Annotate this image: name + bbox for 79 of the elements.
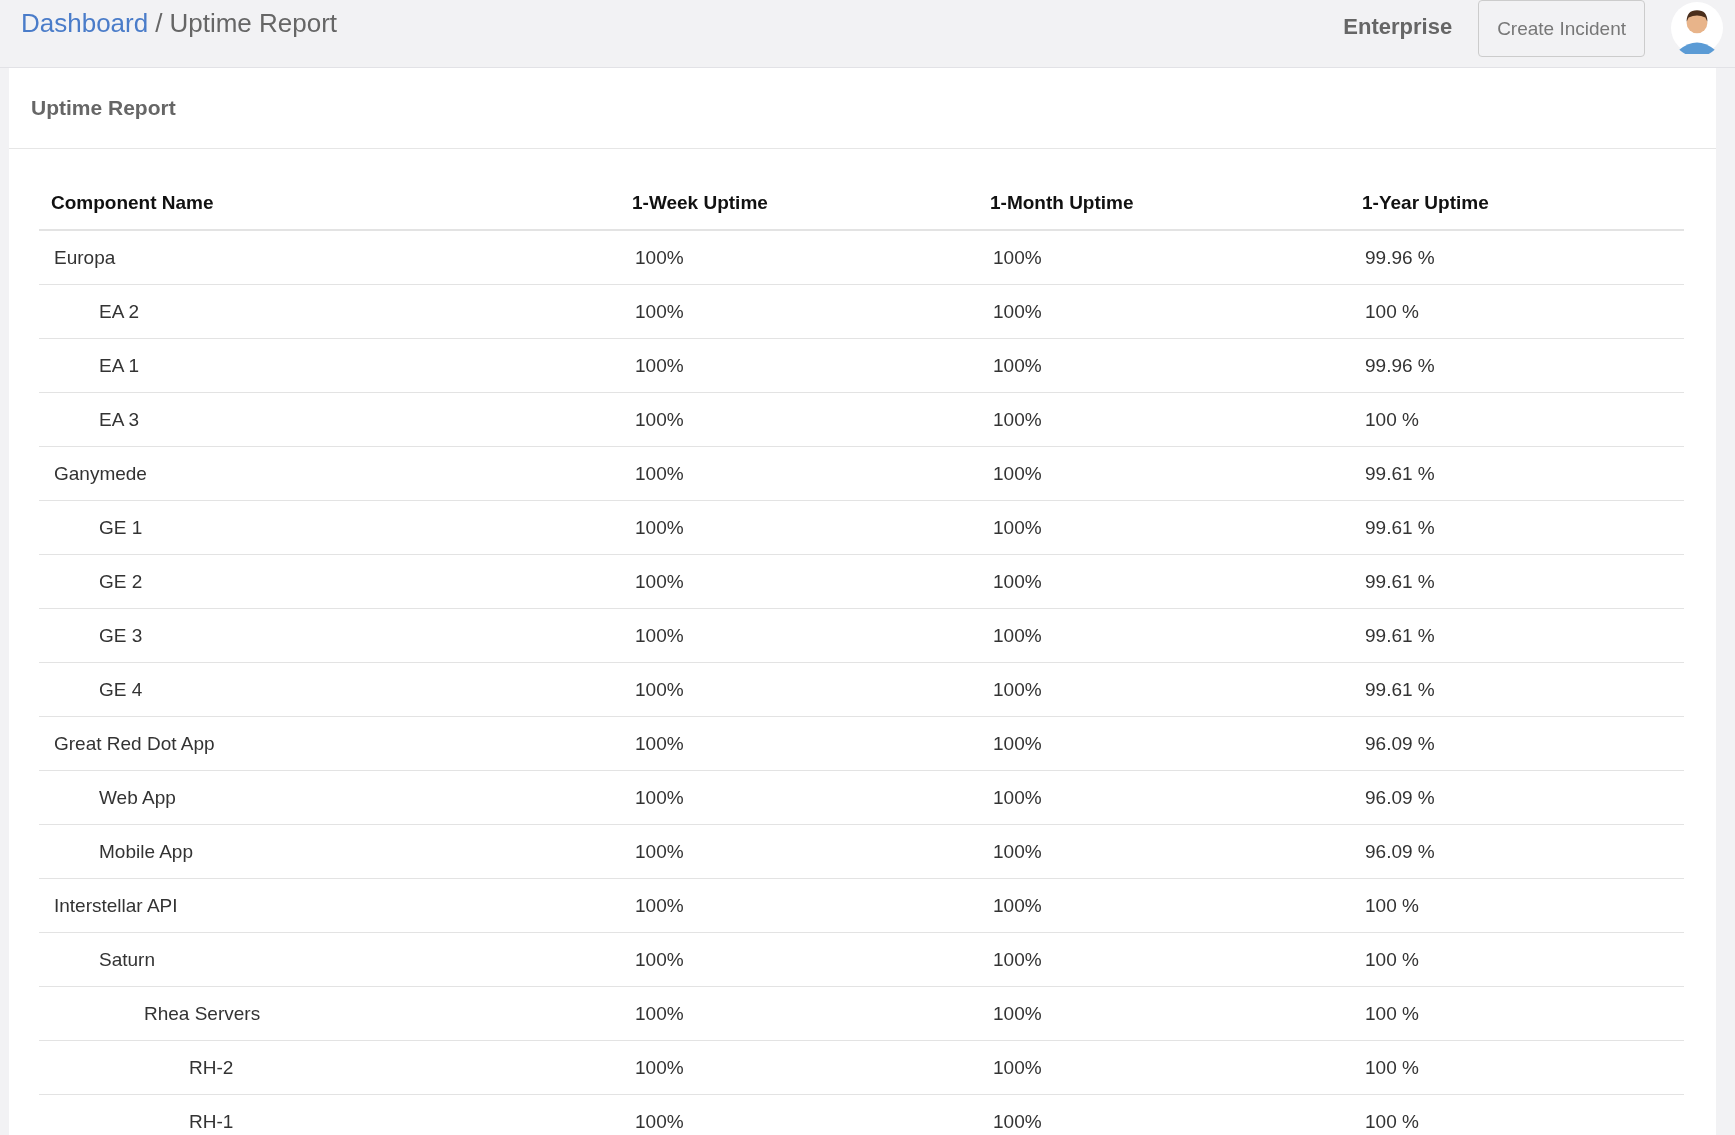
table-cell-text: 100%	[992, 570, 1043, 593]
component-name-cell-text: Great Red Dot App	[53, 732, 216, 755]
table-cell-text: 100%	[992, 894, 1043, 917]
table-cell-text: 99.96 %	[1364, 354, 1436, 377]
component-name-cell-text: EA 2	[98, 300, 141, 323]
table-cell-text: 100%	[992, 1002, 1043, 1025]
table-cell-text: 100%	[634, 624, 685, 647]
table-cell-text: 99.61 %	[1364, 516, 1436, 539]
breadcrumb-separator: /	[155, 8, 163, 39]
table-cell-text: 100%	[634, 246, 685, 269]
table-cell-text: 96.09 %	[1364, 786, 1436, 809]
component-name-cell-text: GE 3	[98, 624, 144, 647]
component-name-cell-text: Europa	[53, 246, 117, 269]
table-cell-text: 100%	[634, 1110, 685, 1133]
breadcrumb-current: Uptime Report	[169, 8, 338, 39]
plan-label: Enterprise	[1343, 13, 1453, 40]
avatar-icon[interactable]	[1671, 2, 1723, 54]
table-cell-text: 100%	[992, 300, 1043, 323]
component-name-cell-text: GE 2	[98, 570, 144, 593]
table-cell-text: 100%	[634, 462, 685, 485]
table-cell-text: 100%	[992, 732, 1043, 755]
table-cell-text: 100%	[634, 894, 685, 917]
table-cell-text: 100%	[992, 1110, 1043, 1133]
table-cell-text: 100%	[634, 786, 685, 809]
table-cell-text: 100 %	[1364, 948, 1420, 971]
table-cell-text: 100 %	[1364, 300, 1420, 323]
table-cell-text: 100 %	[1364, 1056, 1420, 1079]
table-cell-text: 96.09 %	[1364, 840, 1436, 863]
column-header: 1-Year Uptime	[1361, 191, 1490, 214]
component-name-cell-text: Interstellar API	[53, 894, 179, 917]
component-name-cell-text: EA 3	[98, 408, 141, 431]
table-cell-text: 100 %	[1364, 1110, 1420, 1133]
table-cell-text: 100%	[634, 408, 685, 431]
table-cell-text: 99.61 %	[1364, 570, 1436, 593]
table-cell-text: 100%	[992, 516, 1043, 539]
component-name-cell-text: GE 1	[98, 516, 144, 539]
table-cell-text: 100%	[992, 354, 1043, 377]
table-cell-text: 100%	[992, 246, 1043, 269]
table-cell-text: 100%	[634, 570, 685, 593]
table-cell-text: 99.61 %	[1364, 624, 1436, 647]
table-cell-text: 100%	[992, 948, 1043, 971]
table-cell-text: 100%	[634, 678, 685, 701]
card-title: Uptime Report	[31, 96, 176, 120]
table-cell-text: 100%	[992, 786, 1043, 809]
component-name-cell-text: Saturn	[98, 948, 156, 971]
table-cell-text: 100%	[992, 462, 1043, 485]
component-name-cell-text: EA 1	[98, 354, 141, 377]
table-cell-text: 100%	[992, 408, 1043, 431]
table-cell-text: 100%	[992, 678, 1043, 701]
table-cell-text: 99.61 %	[1364, 678, 1436, 701]
table-cell-text: 100%	[634, 354, 685, 377]
table-cell-text: 100%	[992, 1056, 1043, 1079]
table-cell-text: 100 %	[1364, 894, 1420, 917]
component-name-cell-text: Ganymede	[53, 462, 148, 485]
table-cell-text: 100%	[634, 948, 685, 971]
dashboard-link[interactable]: Dashboard	[21, 8, 149, 39]
table-cell-text: 100%	[992, 624, 1043, 647]
component-name-cell-text: Mobile App	[98, 840, 194, 863]
table-cell-text: 100%	[634, 1002, 685, 1025]
table-cell-text: 96.09 %	[1364, 732, 1436, 755]
component-name-cell-text: Web App	[98, 786, 177, 809]
table-cell-text: 100%	[634, 1056, 685, 1079]
component-name-cell-text: RH-1	[188, 1110, 235, 1133]
table-cell-text: 100%	[634, 300, 685, 323]
create-incident-button[interactable]: Create Incident	[1478, 0, 1645, 57]
table-cell-text: 99.61 %	[1364, 462, 1436, 485]
table-cell-text: 100%	[992, 840, 1043, 863]
table-cell-text: 100%	[634, 840, 685, 863]
table-cell-text: 99.96 %	[1364, 246, 1436, 269]
table-cell-text: 100%	[634, 516, 685, 539]
component-name-cell-text: GE 4	[98, 678, 144, 701]
component-name-cell-text: Rhea Servers	[143, 1002, 262, 1025]
component-name-cell-text: RH-2	[188, 1056, 235, 1079]
column-header: 1-Month Uptime	[989, 191, 1135, 214]
table-cell-text: 100 %	[1364, 408, 1420, 431]
table-cell-text: 100%	[634, 732, 685, 755]
column-header: Component Name	[50, 191, 215, 214]
table-cell-text: 100 %	[1364, 1002, 1420, 1025]
column-header: 1-Week Uptime	[631, 191, 769, 214]
